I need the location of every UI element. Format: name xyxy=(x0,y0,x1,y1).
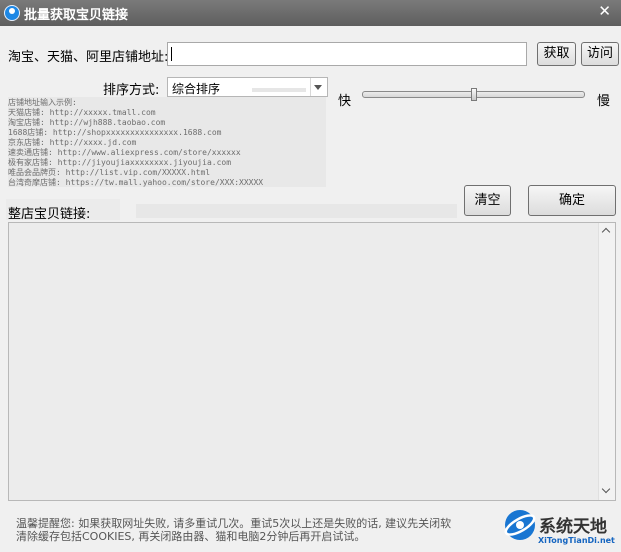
shop-url-label: 淘宝、天猫、阿里店铺地址: xyxy=(8,50,169,65)
links-label: 整店宝贝链接: xyxy=(8,207,91,222)
scroll-down-icon[interactable] xyxy=(599,483,615,499)
app-logo-icon xyxy=(4,5,20,21)
title-bar: 批量获取宝贝链接 ✕ xyxy=(0,0,621,26)
confirm-button[interactable]: 确定 xyxy=(528,185,616,216)
chevron-down-icon[interactable] xyxy=(310,78,325,96)
watermark-subtitle: XiTongTianDi.net xyxy=(538,536,615,545)
tip-line: 清除缓存包括COOKIES, 再关闭路由器、猫和电脑2分钟后再开启试试。 xyxy=(16,530,366,543)
sort-label: 排序方式: xyxy=(103,83,160,98)
speed-fast-label: 快 xyxy=(338,94,352,109)
watermark-logo-icon xyxy=(504,510,536,540)
speed-slow-label: 慢 xyxy=(597,94,611,109)
clear-button[interactable]: 清空 xyxy=(464,185,511,216)
links-strip xyxy=(136,204,457,218)
fetch-button[interactable]: 获取 xyxy=(537,42,576,66)
watermark-title: 系统天地 xyxy=(539,517,607,537)
window-title: 批量获取宝贝链接 xyxy=(24,8,129,23)
vertical-scrollbar[interactable] xyxy=(598,223,615,500)
text-cursor xyxy=(171,47,172,61)
sort-select[interactable]: 综合排序 xyxy=(167,77,328,97)
close-icon[interactable]: ✕ xyxy=(598,2,611,20)
select-highlight xyxy=(252,88,306,92)
url-examples-panel: 店铺地址输入示例: 天猫店铺: http://xxxxx.tmall.com 淘… xyxy=(8,97,326,187)
example-line: 台湾奇摩店铺: https://tw.mall.yahoo.com/store/… xyxy=(8,178,264,187)
links-output-area[interactable] xyxy=(8,222,616,501)
visit-button[interactable]: 访问 xyxy=(581,42,619,66)
scroll-up-icon[interactable] xyxy=(599,224,615,240)
shop-url-input[interactable] xyxy=(167,42,527,66)
sort-selected-value: 综合排序 xyxy=(172,82,221,96)
speed-slider-thumb[interactable] xyxy=(470,88,477,101)
